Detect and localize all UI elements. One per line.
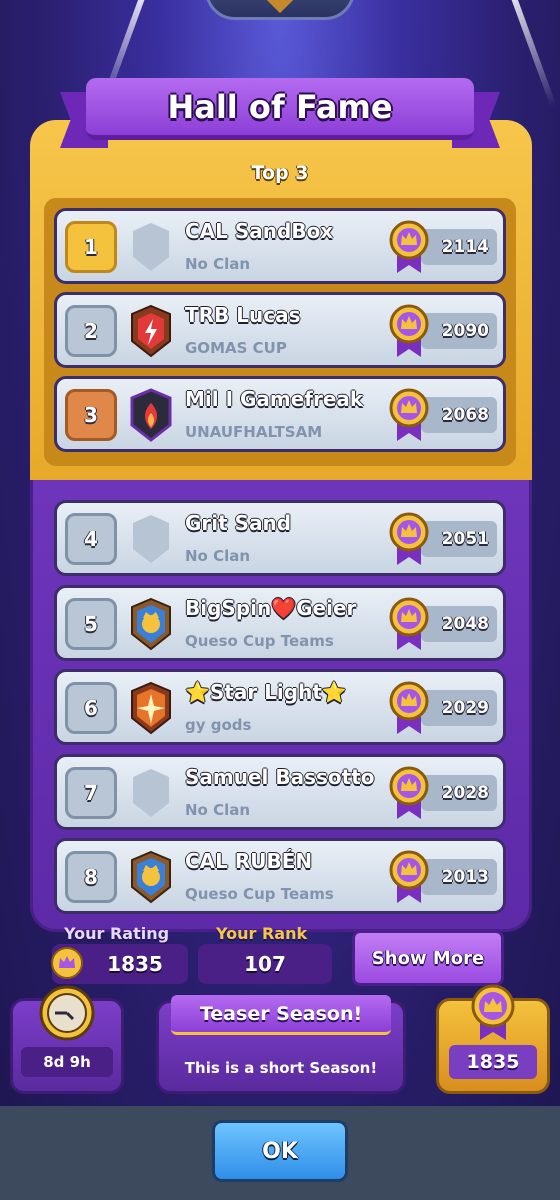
clan-name: No Clan <box>185 255 251 273</box>
rank-number: 3 <box>65 389 117 441</box>
knight-clan-badge-icon <box>129 849 173 905</box>
crown-medal-icon <box>389 219 429 275</box>
rank-number: 8 <box>65 851 117 903</box>
player-row[interactable]: 5 BigSpin❤️Geier Queso Cup Teams 2048 <box>54 585 506 661</box>
rank-number: 2 <box>65 305 117 357</box>
player-row[interactable]: 2 TRB Lucas GOMAS CUP 2090 <box>54 292 506 368</box>
season-timer: 8d 9h <box>21 1047 113 1077</box>
player-row[interactable]: 7 Samuel Bassotto No Clan 2028 <box>54 754 506 830</box>
page-title: Hall of Fame <box>167 87 393 126</box>
trophy-count: 2090 <box>421 313 497 349</box>
ok-button[interactable]: OK <box>212 1120 348 1182</box>
trophy-count: 2068 <box>421 397 497 433</box>
spotlight <box>509 0 557 108</box>
crown-medal-icon <box>389 765 429 821</box>
fire-clan-badge-icon <box>129 387 173 443</box>
trophy-count: 2048 <box>421 606 497 642</box>
rank-number: 1 <box>65 221 117 273</box>
trophy-count: 2114 <box>421 229 497 265</box>
player-row[interactable]: 6 ⭐Star Light⭐ gy gods 2029 <box>54 669 506 745</box>
player-row[interactable]: 8 CAL RUBÉN Queso Cup Teams 2013 <box>54 838 506 914</box>
player-row[interactable]: 1 CAL SandBox No Clan 2114 <box>54 208 506 284</box>
rating-value: 1835 <box>107 952 163 976</box>
player-name: Mil I Gamefreak <box>185 387 364 411</box>
title-ribbon: Hall of Fame <box>86 78 474 140</box>
rank-number: 7 <box>65 767 117 819</box>
clock-icon <box>39 985 95 1041</box>
player-name: CAL SandBox <box>185 219 334 243</box>
clan-name: Queso Cup Teams <box>185 632 334 650</box>
clan-name: No Clan <box>185 801 251 819</box>
crown-medal-icon <box>389 303 429 359</box>
empty-shield-icon <box>129 219 173 275</box>
crown-medal-icon <box>389 680 429 736</box>
crown-medal-icon <box>389 511 429 567</box>
clan-name: UNAUFHALTSAM <box>185 423 323 441</box>
rank-number: 4 <box>65 513 117 565</box>
player-name: TRB Lucas <box>185 303 301 327</box>
season-rating-value: 1835 <box>449 1045 537 1079</box>
top3-heading: Top 3 <box>251 162 309 184</box>
crown-medal-icon <box>389 849 429 905</box>
star-clan-badge-icon <box>129 680 173 736</box>
top-ornament <box>205 0 355 20</box>
trophy-count: 2051 <box>421 521 497 557</box>
clan-name: GOMAS CUP <box>185 339 287 357</box>
player-row[interactable]: 3 Mil I Gamefreak UNAUFHALTSAM 2068 <box>54 376 506 452</box>
trophy-count: 2028 <box>421 775 497 811</box>
rank-number: 6 <box>65 682 117 734</box>
trophy-count: 2029 <box>421 690 497 726</box>
rank-number: 5 <box>65 598 117 650</box>
rank-label: Your Rank <box>216 924 308 943</box>
empty-shield-icon <box>129 511 173 567</box>
lightning-clan-badge-icon <box>129 303 173 359</box>
player-name: ⭐Star Light⭐ <box>185 680 347 704</box>
crown-medal-icon <box>389 596 429 652</box>
player-name: BigSpin❤️Geier <box>185 596 357 620</box>
player-name: Samuel Bassotto <box>185 765 375 789</box>
player-row[interactable]: 4 Grit Sand No Clan 2051 <box>54 500 506 576</box>
trophy-count: 2013 <box>421 859 497 895</box>
player-name: CAL RUBÉN <box>185 849 313 873</box>
rank-value: 107 <box>198 944 332 984</box>
season-card: Teaser Season! This is a short Season! <box>156 995 406 1094</box>
season-description: This is a short Season! <box>184 1059 378 1077</box>
player-name: Grit Sand <box>185 511 292 535</box>
rating-box: 1835 <box>51 944 188 984</box>
rating-label: Your Rating <box>64 924 170 943</box>
clan-name: Queso Cup Teams <box>185 885 334 903</box>
season-title: Teaser Season! <box>171 995 391 1035</box>
knight-clan-badge-icon <box>129 596 173 652</box>
clan-name: No Clan <box>185 547 251 565</box>
crown-icon <box>51 947 83 979</box>
crown-medal-icon <box>471 984 515 1040</box>
show-more-button[interactable]: Show More <box>352 930 504 986</box>
crown-medal-icon <box>389 387 429 443</box>
clan-name: gy gods <box>185 716 252 734</box>
empty-shield-icon <box>129 765 173 821</box>
